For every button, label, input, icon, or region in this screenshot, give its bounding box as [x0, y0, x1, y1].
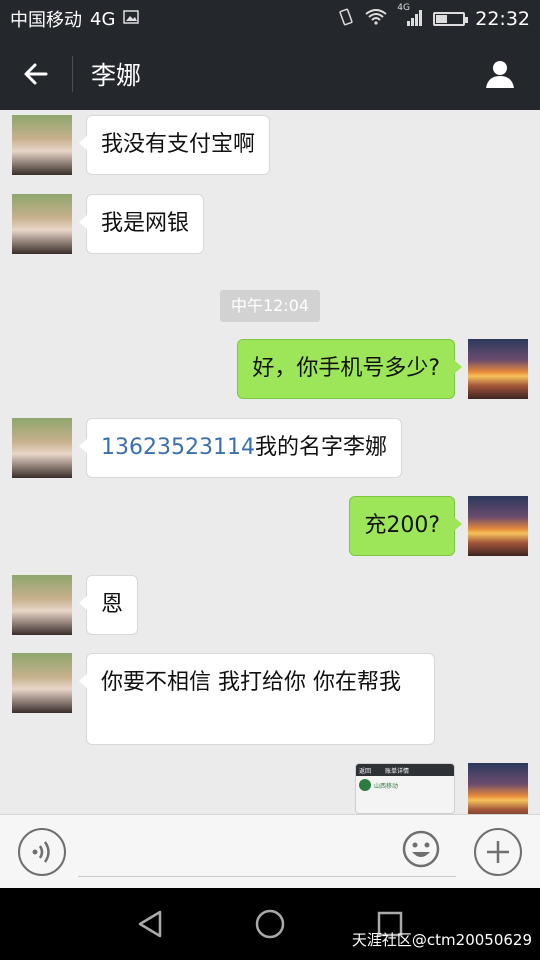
plus-icon: [487, 841, 509, 863]
message-bubble[interactable]: 你要不相信 我打给你 你在帮我: [79, 653, 435, 745]
title-divider: [72, 56, 73, 92]
plus-button[interactable]: [474, 828, 522, 876]
navigation-bar: 天涯社区@ctm20050629: [0, 888, 540, 960]
emoji-icon: [402, 830, 440, 868]
message-bubble[interactable]: 我没有支付宝啊: [78, 115, 271, 175]
time-separator: 中午12:04: [220, 290, 320, 322]
contact-avatar[interactable]: [12, 653, 72, 713]
network-label: 4G: [90, 8, 116, 30]
contact-avatar[interactable]: [12, 575, 72, 635]
battery-icon: [433, 12, 469, 26]
emoji-button[interactable]: [402, 830, 440, 868]
message-input[interactable]: [78, 825, 456, 877]
image-icon: [123, 9, 140, 29]
contact-avatar[interactable]: [12, 194, 72, 254]
image-header-title: 账单详情: [385, 767, 410, 775]
profile-button[interactable]: [460, 38, 540, 110]
nav-home-button[interactable]: [252, 906, 288, 942]
message-text: 好，你手机号多少?: [252, 356, 440, 381]
self-avatar[interactable]: [468, 496, 528, 556]
message-text: 你要不相信 我打给你 你在帮我: [101, 670, 401, 695]
message-text: 我的名字李娜: [254, 435, 387, 460]
wifi-icon: [365, 9, 387, 29]
chat-area[interactable]: 我没有支付宝啊 我是网银 中午12:04 好，你手机号多少? 136235231…: [0, 110, 540, 814]
self-avatar[interactable]: [468, 763, 528, 814]
carrier-label: 中国移动: [10, 10, 82, 31]
image-body: 山西移动: [356, 776, 454, 794]
contact-avatar[interactable]: [12, 418, 72, 478]
title-bar: 李娜: [0, 38, 540, 110]
image-header: 返回 账单详情: [356, 764, 454, 776]
nav-back-icon: [138, 910, 162, 938]
self-avatar[interactable]: [468, 339, 528, 399]
network-small-label: 4G: [397, 2, 410, 13]
back-arrow-icon: [24, 63, 48, 85]
chat-title: 李娜: [91, 61, 142, 90]
message-text: 我是网银: [101, 211, 190, 236]
message-text: 恩: [101, 592, 124, 617]
person-icon: [486, 61, 514, 88]
message-bubble[interactable]: 13623523114我的名字李娜: [79, 418, 402, 478]
message-bubble[interactable]: 我是网银: [78, 194, 205, 254]
voice-icon: [32, 841, 50, 863]
vibrate-icon: [337, 8, 355, 30]
status-bar: 中国移动 4G 4G 22:32: [0, 0, 540, 38]
signal-icon: 4G: [397, 3, 423, 30]
carrier-logo: [359, 779, 371, 791]
image-body-text: 山西移动: [374, 782, 399, 790]
back-button[interactable]: [0, 38, 72, 110]
watermark: 天涯社区@ctm20050629: [351, 931, 532, 949]
message-bubble[interactable]: 恩: [78, 575, 139, 635]
phone-number-link[interactable]: 13623523114: [101, 435, 255, 460]
message-text: 充200?: [364, 513, 440, 538]
image-message[interactable]: 返回 账单详情 山西移动: [355, 763, 455, 814]
message-bubble[interactable]: 好，你手机号多少?: [237, 339, 462, 399]
battery-level: [436, 15, 448, 23]
message-bubble[interactable]: 充200?: [349, 496, 462, 556]
contact-avatar[interactable]: [12, 115, 72, 175]
image-header-back: 返回: [359, 767, 372, 775]
message-text: 我没有支付宝啊: [101, 132, 256, 157]
input-bar: [0, 814, 540, 888]
voice-button[interactable]: [18, 828, 66, 876]
nav-back-button[interactable]: [132, 906, 168, 942]
nav-home-icon: [255, 909, 285, 939]
clock: 22:32: [475, 8, 530, 30]
